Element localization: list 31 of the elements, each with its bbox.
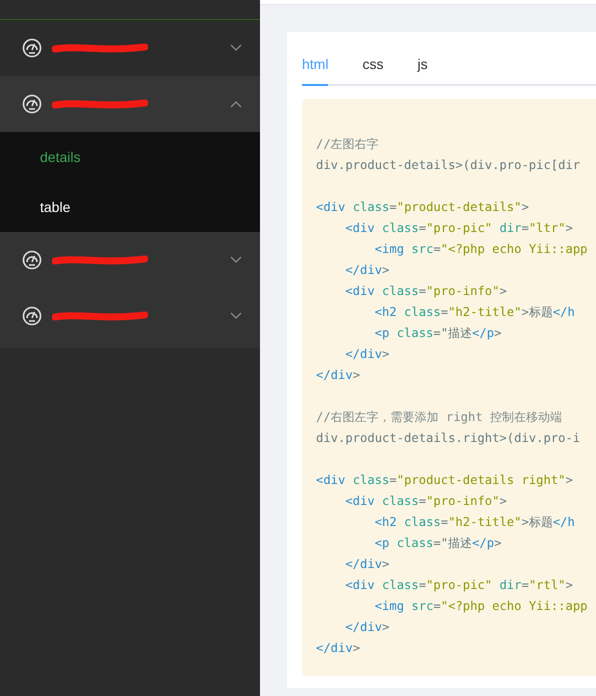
tab[interactable]: css [362,46,384,86]
code-line: div.product-details>(div.pro-pic[dir [316,157,582,174]
code-line: <h2 class="h2-title">标题</h [374,514,576,531]
code-line: <div class="product-details"> [316,199,530,216]
submenu-item[interactable]: details [0,132,260,182]
gauge-icon [22,250,42,270]
code-line: <div class="pro-pic" dir="rtl"> [344,577,574,594]
submenu-item[interactable]: table [0,182,260,232]
tab[interactable]: js [417,46,428,86]
code-line: <div class="pro-info"> [344,283,508,300]
gauge-icon [22,94,42,114]
code-line: <div class="product-details right"> [316,472,574,489]
code-line: </div> [344,556,390,573]
menu-item[interactable] [0,76,260,132]
code-line: </div> [344,262,390,279]
code-line: </div> [344,346,390,363]
code-line: </div> [316,367,362,384]
code-line: <p class="描述</p> [374,535,502,552]
code-comment: //左图右字 [316,136,380,153]
code-line: div.product-details.right>(div.pro-i [316,430,582,447]
gauge-icon [22,38,42,58]
code-line: <img src="<?php echo Yii::app [374,598,589,615]
code-line: <img src="<?php echo Yii::app [374,241,589,258]
code-line: </div> [316,640,362,657]
gauge-icon [22,306,42,326]
code-line: </div> [344,619,390,636]
code-line: <p class="描述</p> [374,325,502,342]
code-line: <h2 class="h2-title">标题</h [374,304,576,321]
code-line: <div class="pro-pic" dir="ltr"> [344,220,574,237]
code-line: <div class="pro-info"> [344,493,508,510]
code-comment: //右图左字，需要添加 right 控制在移动端 [316,409,564,426]
